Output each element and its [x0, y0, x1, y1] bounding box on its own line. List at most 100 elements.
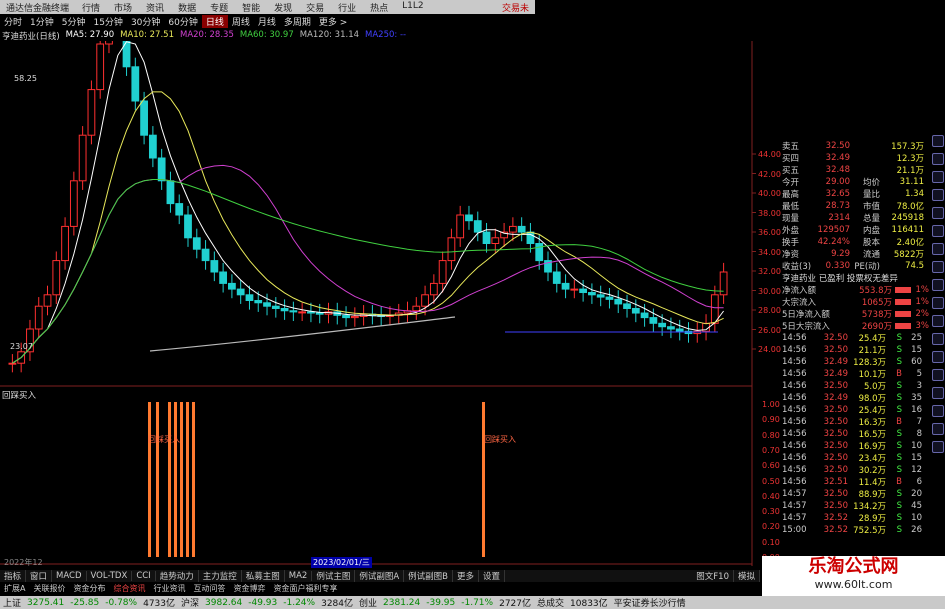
- sz-label[interactable]: 沪深: [178, 596, 202, 609]
- right-tab-1[interactable]: 模拟: [734, 570, 760, 582]
- sidebar-tool-icon[interactable]: [932, 135, 944, 147]
- indicator-tab-8[interactable]: MA2: [285, 571, 313, 581]
- period-tab-3[interactable]: 15分钟: [89, 15, 126, 28]
- sidebar-tool-icon[interactable]: [932, 207, 944, 219]
- trade-status[interactable]: 交易未: [496, 1, 535, 14]
- cy-label[interactable]: 创业: [356, 596, 380, 609]
- stat-label-2: 内盘: [862, 226, 880, 236]
- menu-item-6[interactable]: 发现: [267, 1, 299, 14]
- sidebar-tool-icon[interactable]: [932, 333, 944, 345]
- order-book-row: 卖五 32.50 157.3万: [782, 140, 930, 152]
- sub-tab-5[interactable]: 互动问答: [189, 583, 229, 594]
- signal-label-1: 回踩买入: [148, 435, 180, 444]
- sidebar-tool-icon[interactable]: [932, 225, 944, 237]
- period-tab-6[interactable]: 日线: [201, 14, 228, 28]
- tick-count: 15: [911, 345, 922, 355]
- sh-pct: -0.78%: [105, 597, 138, 608]
- indicator-tab-13[interactable]: 设置: [479, 570, 506, 582]
- menu-item-0[interactable]: 行情: [75, 1, 107, 14]
- tick-side: S: [896, 489, 902, 499]
- sz-chg: -49.93: [248, 597, 278, 608]
- period-tab-1[interactable]: 1分钟: [26, 15, 58, 28]
- sub-tab-0[interactable]: 扩展A: [0, 583, 29, 594]
- sidebar-tool-icon[interactable]: [932, 171, 944, 183]
- tick-row: 14:56 32.50 21.1万 S 15: [782, 344, 930, 356]
- menu-item-2[interactable]: 资讯: [139, 1, 171, 14]
- tick-side: S: [896, 345, 902, 355]
- fund-bar: [895, 323, 911, 329]
- indicator-tab-12[interactable]: 更多: [453, 570, 480, 582]
- indicator-tab-4[interactable]: CCI: [132, 571, 156, 581]
- stat-row: 收益(3) 0.330 PE(动) 74.5: [782, 260, 930, 272]
- tick-time: 14:57: [782, 489, 807, 499]
- menu-item-4[interactable]: 专题: [203, 1, 235, 14]
- menu-item-1[interactable]: 市场: [107, 1, 139, 14]
- menu-item-7[interactable]: 交易: [299, 1, 331, 14]
- period-tab-8[interactable]: 月线: [254, 15, 280, 28]
- period-tab-2[interactable]: 5分钟: [58, 15, 90, 28]
- menu-item-3[interactable]: 数据: [171, 1, 203, 14]
- indicator-tick-0: 1.00: [762, 400, 780, 409]
- sidebar-tool-icon[interactable]: [932, 405, 944, 417]
- tick-side: S: [896, 501, 902, 511]
- sub-tab-6[interactable]: 资金博弈: [229, 583, 269, 594]
- stat-label-2: 流通: [862, 250, 880, 260]
- menu-item-10[interactable]: L1L2: [395, 1, 430, 14]
- menu-item-5[interactable]: 智能: [235, 1, 267, 14]
- sidebar-tool-icon[interactable]: [932, 315, 944, 327]
- period-toolbar: 分时 1分钟 5分钟 15分钟 30分钟 60分钟 日线 周线 月线 多周期 更多 >: [0, 14, 535, 28]
- indicator-tab-2[interactable]: MACD: [52, 571, 87, 581]
- indicator-tab-7[interactable]: 私募主图: [242, 570, 285, 582]
- period-tab-10[interactable]: 更多 >: [315, 15, 351, 28]
- tick-vol: 11.4万: [858, 478, 886, 488]
- indicator-tab-6[interactable]: 主力监控: [199, 570, 242, 582]
- sub-tab-2[interactable]: 资金分布: [69, 583, 109, 594]
- stat-value-2: 5822万: [893, 250, 924, 260]
- sh-label[interactable]: 上证: [0, 596, 24, 609]
- sidebar-tool-icon[interactable]: [932, 387, 944, 399]
- period-tab-5[interactable]: 60分钟: [164, 15, 201, 28]
- period-tab-4[interactable]: 30分钟: [127, 15, 164, 28]
- period-tab-9[interactable]: 多周期: [280, 15, 315, 28]
- indicator-tick-9: 0.10: [762, 537, 780, 547]
- sidebar-tool-icon[interactable]: [932, 189, 944, 201]
- ma-legend-3: MA60: 30.97: [239, 30, 294, 40]
- price-tick-7: 30.00: [758, 286, 781, 296]
- period-tab-7[interactable]: 周线: [228, 15, 254, 28]
- sidebar-tool-icon[interactable]: [932, 153, 944, 165]
- period-tab-0[interactable]: 分时: [0, 15, 26, 28]
- sidebar-tool-icon[interactable]: [932, 441, 944, 453]
- ma-legend-2: MA20: 28.35: [179, 30, 234, 40]
- sidebar-tool-icon[interactable]: [932, 423, 944, 435]
- indicator-tab-9[interactable]: 例试主图: [312, 570, 356, 582]
- right-tab-0[interactable]: 图文F10: [692, 570, 734, 582]
- kline-chart[interactable]: [0, 41, 760, 566]
- indicator-tab-5[interactable]: 趋势动力: [156, 570, 199, 582]
- indicator-tab-3[interactable]: VOL-TDX: [87, 571, 133, 581]
- watermark-title: 乐淘公式网: [808, 556, 899, 577]
- sub-tab-1[interactable]: 关联报价: [29, 583, 69, 594]
- tick-count: 16: [911, 405, 922, 415]
- menu-item-8[interactable]: 行业: [331, 1, 363, 14]
- tick-price: 32.50: [823, 417, 848, 427]
- sub-tab-3[interactable]: 综合资讯: [109, 583, 149, 594]
- sidebar-tool-icon[interactable]: [932, 279, 944, 291]
- tick-side: S: [896, 429, 902, 439]
- sidebar-tool-icon[interactable]: [932, 243, 944, 255]
- sidebar-tool-icon[interactable]: [932, 351, 944, 363]
- indicator-tab-11[interactable]: 例试副图B: [404, 570, 453, 582]
- tick-price: 32.50: [823, 429, 848, 439]
- sidebar-tool-icon[interactable]: [932, 369, 944, 381]
- tick-count: 10: [911, 513, 922, 523]
- menu-item-9[interactable]: 热点: [363, 1, 395, 14]
- indicator-tab-10[interactable]: 例试副图A: [355, 570, 405, 582]
- tick-price: 32.50: [823, 453, 848, 463]
- indicator-tab-1[interactable]: 窗口: [26, 570, 53, 582]
- sidebar-tool-icon[interactable]: [932, 261, 944, 273]
- sidebar-tool-icon[interactable]: [932, 297, 944, 309]
- sub-tab-4[interactable]: 行业资讯: [149, 583, 189, 594]
- candlesticks: [8, 41, 728, 373]
- tick-time: 14:56: [782, 465, 807, 475]
- sub-tab-7[interactable]: 资金面户福利专享: [269, 583, 341, 594]
- indicator-tab-0[interactable]: 指标: [0, 570, 27, 582]
